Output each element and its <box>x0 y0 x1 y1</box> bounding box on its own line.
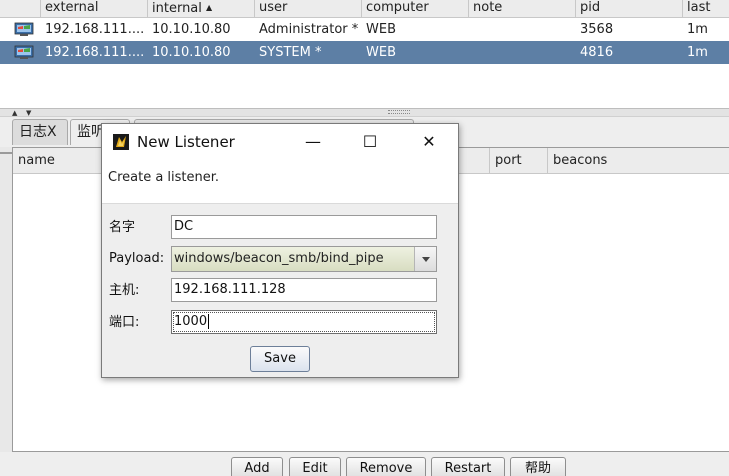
split-pane-divider[interactable]: ▲ ▼ <box>0 108 729 117</box>
restart-button[interactable]: Restart <box>431 457 505 476</box>
beacon-last: 1m <box>687 45 708 60</box>
port-label: 端口: <box>109 315 140 330</box>
collapse-up-icon[interactable]: ▲ <box>12 109 17 117</box>
beacon-external: 192.168.111.... <box>45 22 145 37</box>
drag-grip-icon[interactable] <box>388 110 410 114</box>
dialog-title: New Listener <box>137 133 235 151</box>
help-button[interactable]: 帮助 <box>510 457 566 476</box>
col-last-header[interactable]: last <box>683 0 729 18</box>
col-internal-label: internal <box>152 1 202 16</box>
sort-ascending-icon: ▲ <box>206 3 213 12</box>
maximize-icon: ☐ <box>362 132 378 151</box>
new-listener-dialog: New Listener — ☐ ✕ Create a listener. 名字… <box>101 123 459 378</box>
payload-value: windows/beacon_smb/bind_pipe <box>174 251 384 266</box>
col-user-header[interactable]: user <box>255 0 362 18</box>
beacon-internal: 10.10.10.80 <box>152 22 231 37</box>
beacon-note <box>469 18 576 41</box>
beacon-pid: 3568 <box>580 22 614 37</box>
beacon-user: SYSTEM * <box>259 45 322 60</box>
beacon-computer: WEB <box>366 45 396 60</box>
close-icon: ✕ <box>422 132 436 151</box>
save-button[interactable]: Save <box>250 346 310 372</box>
port-field[interactable]: 1000 <box>171 310 437 334</box>
payload-select[interactable]: windows/beacon_smb/bind_pipe <box>171 246 437 272</box>
beacon-pid: 4816 <box>580 45 614 60</box>
beacon-row-selected[interactable]: 192.168.111.... 10.10.10.80 SYSTEM * WEB… <box>0 41 729 64</box>
text-caret <box>208 314 210 329</box>
beacon-row[interactable]: 192.168.111.... 10.10.10.80 Administrato… <box>0 18 729 41</box>
tab-event-log[interactable]: 日志X <box>12 119 68 145</box>
minimize-icon: — <box>305 132 321 151</box>
beacon-last: 1m <box>687 22 708 37</box>
col-computer-header[interactable]: computer <box>362 0 469 18</box>
beacon-user: Administrator * <box>259 22 359 37</box>
host-field[interactable]: 192.168.111.128 <box>171 278 437 302</box>
dialog-description-area: Create a listener. <box>102 160 458 204</box>
edit-button[interactable]: Edit <box>289 457 341 476</box>
beacon-table-header: external internal ▲ user computer note p… <box>0 0 729 18</box>
port-value: 1000 <box>174 314 208 329</box>
app-icon <box>113 134 129 150</box>
windows-beacon-icon <box>14 22 34 36</box>
chevron-down-icon <box>422 257 430 262</box>
name-label: 名字 <box>109 220 136 235</box>
dialog-title-bar[interactable]: New Listener — ☐ ✕ <box>102 124 458 160</box>
beacon-table: external internal ▲ user computer note p… <box>0 0 729 108</box>
col-internal-header[interactable]: internal ▲ <box>148 0 255 18</box>
remove-button[interactable]: Remove <box>346 457 426 476</box>
col-pid-header[interactable]: pid <box>576 0 683 18</box>
name-field[interactable]: DC <box>171 215 437 239</box>
beacon-computer: WEB <box>366 22 396 37</box>
dialog-description: Create a listener. <box>108 170 220 185</box>
beacon-external: 192.168.111.... <box>45 45 145 60</box>
beacon-note <box>469 41 576 64</box>
col-port-header[interactable]: port <box>490 148 548 173</box>
col-note-header[interactable]: note <box>469 0 576 18</box>
collapse-down-icon[interactable]: ▼ <box>26 109 31 117</box>
add-button[interactable]: Add <box>231 457 283 476</box>
payload-label: Payload: <box>109 251 165 266</box>
left-gutter <box>0 147 12 452</box>
col-icon-header[interactable] <box>0 0 41 18</box>
col-beacons-header[interactable]: beacons <box>548 148 729 173</box>
dropdown-button[interactable] <box>414 247 436 271</box>
host-label: 主机: <box>109 283 140 298</box>
close-button[interactable]: ✕ <box>406 124 452 160</box>
col-external-header[interactable]: external <box>41 0 148 18</box>
minimize-button[interactable]: — <box>290 124 336 160</box>
windows-beacon-icon <box>14 45 34 59</box>
divider <box>0 152 12 154</box>
maximize-button[interactable]: ☐ <box>347 124 393 160</box>
beacon-internal: 10.10.10.80 <box>152 45 231 60</box>
